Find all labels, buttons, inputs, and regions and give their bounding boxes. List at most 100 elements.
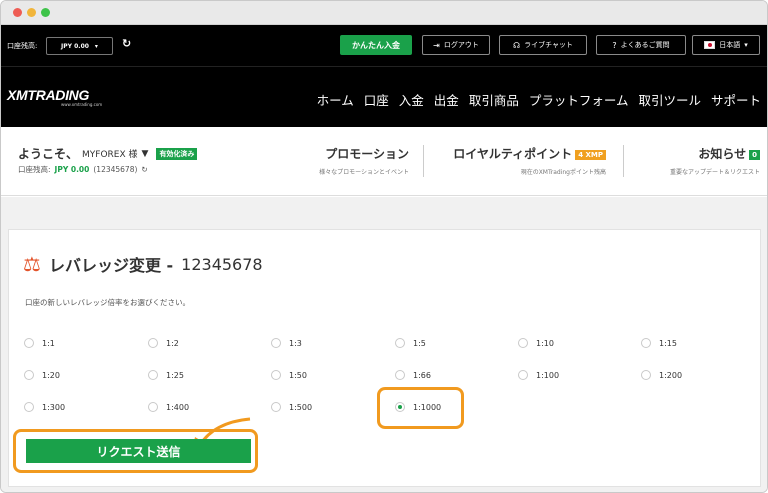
radio-button[interactable] <box>271 402 281 412</box>
nav-item-tools[interactable]: 取引ツール <box>638 90 701 109</box>
leverage-option[interactable]: 1:1 <box>24 338 55 348</box>
user-name: MYFOREX 様 <box>82 150 138 160</box>
leverage-option[interactable]: 1:100 <box>518 370 559 380</box>
balance-label: 口座残高: <box>18 165 51 174</box>
refresh-icon[interactable]: ↻ <box>122 37 131 50</box>
radio-button[interactable] <box>24 338 34 348</box>
radio-button[interactable] <box>24 402 34 412</box>
faq-button[interactable]: ? よくあるご質問 <box>596 35 686 55</box>
nav-menu: ホーム 口座 入金 出金 取引商品 プラットフォーム 取引ツール サポート <box>317 90 761 109</box>
logo-subtitle: www.xmtrading.com <box>61 102 103 107</box>
leverage-option-label: 1:1 <box>42 338 55 348</box>
live-chat-label: ライブチャット <box>524 41 574 49</box>
chevron-down-icon: ▼ <box>141 148 149 159</box>
main-content: ⚖ レバレッジ変更 - 12345678 口座の新しいレバレッジ倍率をお選びくだ… <box>1 197 767 492</box>
radio-button[interactable] <box>24 370 34 380</box>
greeting-text: ようこそ、 <box>18 147 79 161</box>
leverage-option[interactable]: 1:25 <box>148 370 184 380</box>
radio-button[interactable] <box>148 338 158 348</box>
logout-icon: ⇥ <box>433 40 440 50</box>
promotion-link[interactable]: プロモーション 様々なプロモーションとイベント <box>319 145 409 176</box>
leverage-option[interactable]: 1:5 <box>395 338 426 348</box>
leverage-option[interactable]: 1:3 <box>271 338 302 348</box>
nav-item-withdrawal[interactable]: 出金 <box>434 90 459 109</box>
leverage-option-label: 1:2 <box>166 338 179 348</box>
leverage-option-label: 1:5 <box>413 338 426 348</box>
leverage-option[interactable]: 1:20 <box>24 370 60 380</box>
promotion-subtitle: 様々なプロモーションとイベント <box>319 169 409 176</box>
leverage-option-label: 1:10 <box>536 338 554 348</box>
japan-flag-icon <box>704 41 716 49</box>
radio-button[interactable] <box>518 370 528 380</box>
leverage-option[interactable]: 1:50 <box>271 370 307 380</box>
leverage-option[interactable]: 1:400 <box>148 402 189 412</box>
leverage-option[interactable]: 1:200 <box>641 370 682 380</box>
radio-button[interactable] <box>395 338 405 348</box>
leverage-option[interactable]: 1:300 <box>24 402 65 412</box>
nav-item-support[interactable]: サポート <box>711 90 761 109</box>
leverage-option-label: 1:200 <box>659 370 683 380</box>
nav-item-accounts[interactable]: 口座 <box>364 90 389 109</box>
nav-item-home[interactable]: ホーム <box>317 90 354 109</box>
currency-value: JPY 0.00 <box>61 42 89 50</box>
card-title: ⚖ レバレッジ変更 - 12345678 <box>23 252 263 276</box>
loyalty-subtitle: 現在のXMTradingポイント残高 <box>520 169 606 176</box>
language-label: 日本語 <box>719 41 741 49</box>
window-titlebar <box>1 1 767 25</box>
minimize-window-button[interactable] <box>27 8 36 17</box>
radio-button[interactable] <box>641 370 651 380</box>
radio-button[interactable] <box>148 370 158 380</box>
quick-deposit-button[interactable]: かんたん入金 <box>340 35 412 55</box>
radio-button[interactable] <box>148 402 158 412</box>
verified-badge: 有効化済み <box>156 147 198 160</box>
leverage-option-label: 1:300 <box>42 402 66 412</box>
leverage-option[interactable]: 1:15 <box>641 338 677 348</box>
scale-icon: ⚖ <box>23 252 41 276</box>
language-select[interactable]: 日本語 ▾ <box>692 35 760 55</box>
request-submit-button[interactable]: リクエスト送信 <box>26 439 251 463</box>
loyalty-points-link[interactable]: ロイヤルティポイント 4 XMP 現在のXMTradingポイント残高 <box>453 145 606 176</box>
quick-deposit-label: かんたん入金 <box>352 40 400 50</box>
divider <box>423 145 424 177</box>
leverage-option-label: 1:20 <box>42 370 60 380</box>
xmtrading-logo[interactable]: XMTRADING <box>7 87 89 103</box>
radio-button[interactable] <box>271 370 281 380</box>
maximize-window-button[interactable] <box>41 8 50 17</box>
live-chat-button[interactable]: ☊ ライブチャット <box>499 35 587 55</box>
radio-button[interactable] <box>518 338 528 348</box>
leverage-option-label: 1:66 <box>413 370 431 380</box>
currency-select[interactable]: JPY 0.00 ▾ <box>46 37 113 55</box>
logout-button[interactable]: ⇥ ログアウト <box>422 35 490 55</box>
chevron-down-icon: ▾ <box>94 42 98 50</box>
radio-button[interactable] <box>271 338 281 348</box>
browser-window: 口座残高: JPY 0.00 ▾ ↻ かんたん入金 ⇥ ログアウト ☊ ライブチ… <box>0 0 768 493</box>
main-navbar: XMTRADING www.xmtrading.com ホーム 口座 入金 出金… <box>1 66 767 127</box>
leverage-option-label: 1:25 <box>166 370 184 380</box>
radio-button[interactable] <box>395 370 405 380</box>
nav-item-platforms[interactable]: プラットフォーム <box>529 90 629 109</box>
nav-item-products[interactable]: 取引商品 <box>469 90 519 109</box>
notifications-count-badge: 0 <box>749 149 760 160</box>
loyalty-title: ロイヤルティポイント 4 XMP <box>453 145 606 162</box>
notifications-title-text: お知らせ <box>698 147 747 161</box>
refresh-icon[interactable]: ↻ <box>141 165 147 174</box>
leverage-option[interactable]: 1:66 <box>395 370 431 380</box>
greeting[interactable]: ようこそ、 MYFOREX 様 ▼ 有効化済み <box>18 145 198 162</box>
leverage-option-label: 1:100 <box>536 370 560 380</box>
leverage-option[interactable]: 1:500 <box>271 402 312 412</box>
promotion-title: プロモーション <box>325 147 409 161</box>
account-balance-line: 口座残高: JPY 0.00 (12345678) ↻ <box>18 164 148 175</box>
leverage-option[interactable]: 1:2 <box>148 338 179 348</box>
top-bar: 口座残高: JPY 0.00 ▾ ↻ かんたん入金 ⇥ ログアウト ☊ ライブチ… <box>1 25 767 66</box>
nav-item-deposit[interactable]: 入金 <box>399 90 424 109</box>
radio-button[interactable] <box>641 338 651 348</box>
close-window-button[interactable] <box>13 8 22 17</box>
leverage-title: レバレッジ変更 - <box>48 256 174 275</box>
notifications-link[interactable]: お知らせ 0 重要なアップデート＆リクエスト <box>670 145 760 176</box>
faq-label: よくあるご質問 <box>620 41 670 49</box>
balance-value: JPY 0.00 <box>54 165 90 174</box>
balance-label: 口座残高: <box>7 42 38 50</box>
loyalty-points-badge: 4 XMP <box>575 149 606 160</box>
leverage-option[interactable]: 1:10 <box>518 338 554 348</box>
divider <box>623 145 624 177</box>
